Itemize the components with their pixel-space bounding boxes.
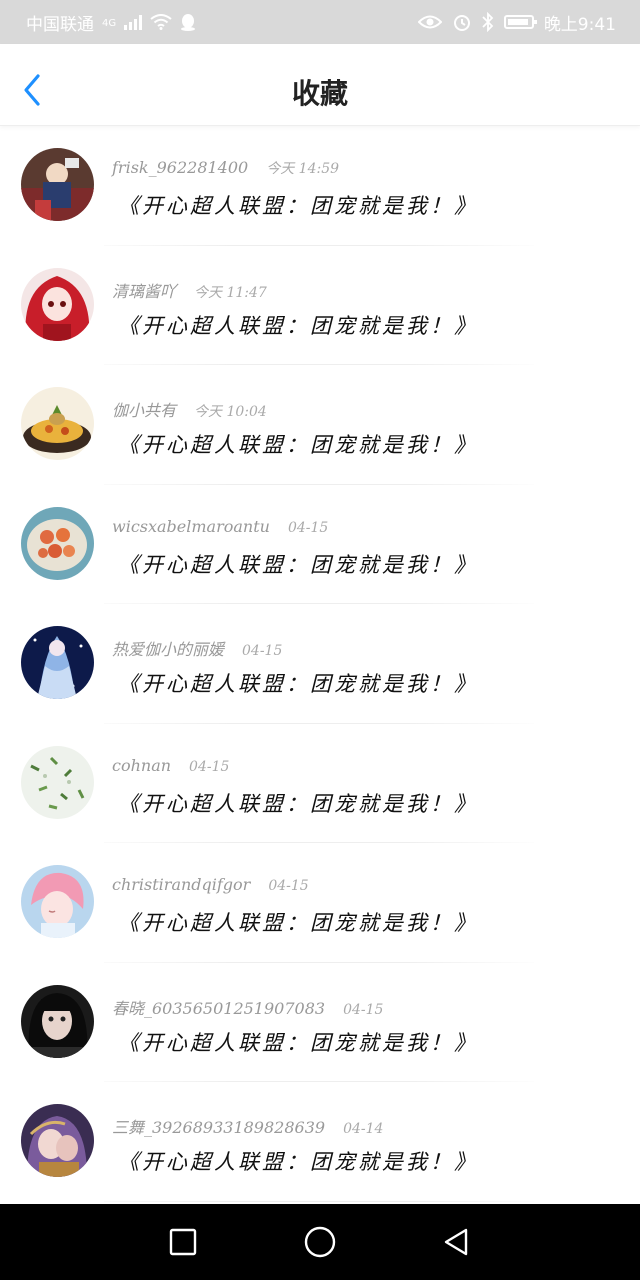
item-title[interactable]: 《开心超人联盟：团宠就是我！》: [118, 668, 478, 698]
item-meta: 春晓_60356501251907083 04-15: [112, 995, 383, 1019]
eye-icon: [417, 14, 442, 30]
status-right: 晚上9:41: [417, 10, 616, 35]
avatar[interactable]: [21, 626, 94, 699]
back-nav-button[interactable]: [440, 1226, 472, 1258]
username[interactable]: 春晓_60356501251907083: [112, 995, 325, 1019]
username[interactable]: 热爱伽小的丽媛: [112, 636, 224, 660]
square-icon: [169, 1228, 197, 1256]
item-meta: wicsxabelmaroantu 04-15: [112, 517, 328, 536]
timestamp: 04-15: [343, 1001, 384, 1018]
network-label: 4G: [102, 17, 117, 29]
status-bar: 中国联通 4G 晚上9:41: [0, 0, 640, 44]
bluetooth-icon: [482, 12, 494, 32]
item-meta: 三舞_39268933189828639 04-14: [112, 1114, 383, 1138]
item-meta: 清璃酱吖 今天 11:47: [112, 278, 267, 302]
username[interactable]: 清璃酱吖: [112, 278, 176, 302]
home-button[interactable]: [302, 1224, 338, 1260]
username[interactable]: cohnan: [112, 756, 171, 775]
navigation-bar: [0, 1204, 640, 1280]
avatar[interactable]: [21, 267, 94, 341]
username[interactable]: 伽小共有: [112, 397, 176, 421]
status-left: 中国联通 4G: [26, 10, 196, 35]
timestamp: 04-15: [268, 878, 309, 894]
timestamp: 今天 11:47: [194, 284, 267, 301]
avatar[interactable]: [21, 1104, 94, 1177]
circle-icon: [304, 1226, 336, 1258]
item-title[interactable]: 《开心超人联盟：团宠就是我！》: [118, 907, 478, 937]
item-title[interactable]: 《开心超人联盟：团宠就是我！》: [118, 429, 478, 459]
avatar[interactable]: [21, 387, 94, 460]
timestamp: 今天 10:04: [194, 404, 267, 420]
timestamp: 04-15: [242, 643, 283, 659]
item-title[interactable]: 《开心超人联盟：团宠就是我！》: [118, 788, 478, 818]
battery-icon: [503, 15, 537, 29]
list-item[interactable]: wicsxabelmaroantu 04-15 《开心超人联盟：团宠就是我！》: [0, 485, 640, 604]
username[interactable]: 三舞_39268933189828639: [112, 1114, 325, 1138]
header: 收藏: [0, 44, 640, 126]
item-title[interactable]: 《开心超人联盟：团宠就是我！》: [118, 310, 478, 340]
item-meta: 伽小共有 今天 10:04: [112, 397, 267, 421]
list-item[interactable]: frisk_962281400 今天 14:59 《开心超人联盟：团宠就是我！》: [0, 126, 640, 246]
signal-icon: [124, 14, 143, 30]
username[interactable]: christirandqifgor: [112, 875, 250, 894]
qq-icon: [180, 13, 196, 31]
recent-apps-button[interactable]: [167, 1226, 199, 1258]
timestamp: 04-15: [189, 758, 230, 775]
item-meta: christirandqifgor 04-15: [112, 875, 309, 894]
page-title: 收藏: [291, 77, 348, 110]
carrier-label: 中国联通: [26, 14, 94, 35]
item-title[interactable]: 《开心超人联盟：团宠就是我！》: [118, 1146, 478, 1176]
item-meta: 热爱伽小的丽媛 04-15: [112, 636, 282, 660]
wifi-icon: [150, 14, 172, 30]
favorites-list: frisk_962281400 今天 14:59 《开心超人联盟：团宠就是我！》…: [0, 126, 640, 1202]
avatar[interactable]: [21, 148, 94, 221]
alarm-icon: [452, 12, 472, 32]
avatar[interactable]: [21, 506, 94, 580]
item-title[interactable]: 《开心超人联盟：团宠就是我！》: [118, 1027, 478, 1057]
item-meta: cohnan 04-15: [112, 756, 229, 775]
list-item[interactable]: 清璃酱吖 今天 11:47 《开心超人联盟：团宠就是我！》: [0, 246, 640, 365]
item-title[interactable]: 《开心超人联盟：团宠就是我！》: [118, 549, 478, 579]
list-item[interactable]: 热爱伽小的丽媛 04-15 《开心超人联盟：团宠就是我！》: [0, 604, 640, 724]
item-meta: frisk_962281400 今天 14:59: [112, 158, 339, 178]
list-item[interactable]: 三舞_39268933189828639 04-14 《开心超人联盟：团宠就是我…: [0, 1082, 640, 1202]
clock-label: 晚上9:41: [543, 14, 616, 35]
list-item[interactable]: 春晓_60356501251907083 04-15 《开心超人联盟：团宠就是我…: [0, 963, 640, 1082]
triangle-back-icon: [444, 1228, 468, 1256]
timestamp: 04-14: [343, 1121, 384, 1137]
item-title[interactable]: 《开心超人联盟：团宠就是我！》: [118, 190, 478, 220]
avatar[interactable]: [21, 865, 94, 938]
list-item[interactable]: christirandqifgor 04-15 《开心超人联盟：团宠就是我！》: [0, 843, 640, 963]
list-item[interactable]: cohnan 04-15 《开心超人联盟：团宠就是我！》: [0, 724, 640, 843]
divider: [104, 1200, 534, 1202]
username[interactable]: wicsxabelmaroantu: [112, 517, 270, 536]
avatar[interactable]: [21, 984, 94, 1058]
timestamp: 04-15: [287, 519, 329, 536]
avatar[interactable]: [21, 745, 94, 819]
list-item[interactable]: 伽小共有 今天 10:04 《开心超人联盟：团宠就是我！》: [0, 365, 640, 485]
timestamp: 今天 14:59: [266, 161, 340, 177]
username[interactable]: frisk_962281400: [112, 158, 248, 177]
